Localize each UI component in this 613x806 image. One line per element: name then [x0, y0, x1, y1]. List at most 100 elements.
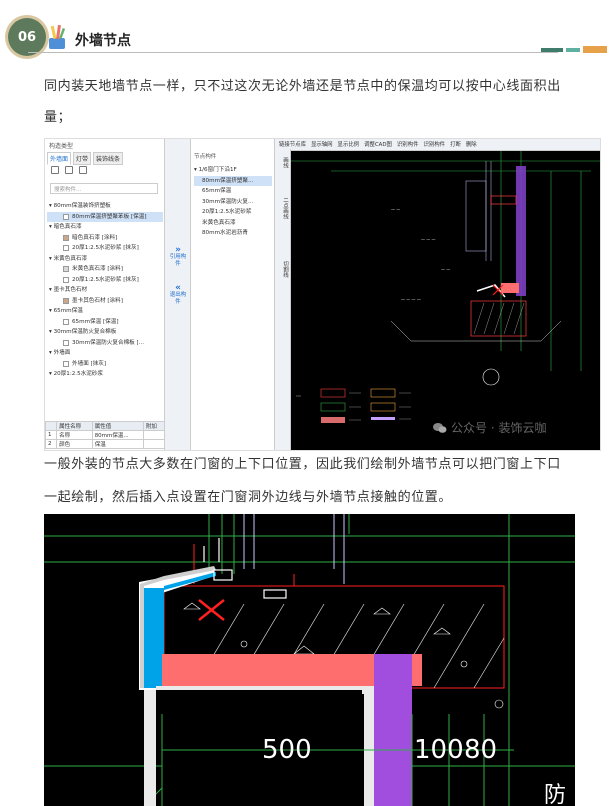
section-number-badge: 06: [8, 18, 46, 56]
toolbar-button[interactable]: 删除: [466, 139, 477, 150]
construction-type-panel: 构造类型 外墙面 灯带 装饰线条 搜索构件... ▾ 80mm保温装饰挤塑板 80…: [45, 139, 166, 450]
node-list-item[interactable]: 米黄色真石漆: [194, 218, 272, 229]
tree-label: 20厚1:2.5水泥砂浆 [抹灰]: [72, 245, 139, 251]
tree-item[interactable]: 20厚1:2.5水泥砂浆 [抹灰]: [47, 243, 163, 254]
delete-icon[interactable]: [79, 166, 87, 174]
tree-group[interactable]: ▾ 暗色真石漆: [47, 222, 163, 233]
divider-ornament: [541, 46, 607, 53]
tree-label: ▾ 墨卡其色石材: [49, 287, 88, 293]
tree-label: ▾ 暗色真石漆: [49, 224, 82, 230]
paragraph-1: 同内装天地墙节点一样，只不过这次无论外墙还是节点中的保温均可以按中心线面积出: [44, 79, 561, 94]
tab-light-strip[interactable]: 灯带: [73, 152, 92, 165]
tree-group[interactable]: ▾ 30mm保温防火复合棉板: [47, 327, 163, 338]
tree-label: ▾ 20厚1:2.5水泥砂浆: [49, 371, 104, 377]
svg-text:— —: — —: [391, 207, 400, 212]
table-cell: 2: [45, 439, 58, 449]
table-row[interactable]: 2 颜色 保温: [45, 439, 166, 449]
corner-label: 防: [544, 783, 566, 806]
tree-item[interactable]: 米黄色真石漆 [涂料]: [47, 264, 163, 275]
panel-toolbar: [51, 166, 87, 174]
wechat-icon: [433, 422, 447, 433]
toolbar-button[interactable]: 打断: [450, 139, 461, 150]
toolbar-button[interactable]: 识别构件: [423, 139, 445, 150]
tree-group[interactable]: ▾ 外墙面: [47, 348, 163, 359]
table-cell: [142, 439, 166, 449]
section-title: 外墙节点: [75, 33, 131, 49]
tab-exterior-wall[interactable]: 外墙面: [47, 152, 72, 165]
button-label: 引用构件: [169, 254, 187, 267]
table-cell: 80mm保温...: [91, 430, 144, 440]
tree-label: ▾ 30mm保温防火复合棉板: [49, 329, 117, 335]
tree-label: 墨卡其色石材 [涂料]: [72, 297, 123, 304]
tree-item[interactable]: 外墙面 [抹灰]: [47, 359, 163, 370]
node-list-item[interactable]: 30mm保温防火复...: [194, 197, 272, 208]
table-cell: 名称: [56, 430, 93, 440]
table-header-cell: 属性名称: [56, 421, 93, 431]
table-header-cell: 附加: [142, 421, 166, 431]
dimension-500: 500: [262, 735, 312, 765]
tree-group[interactable]: ▾ 20厚1:2.5水泥砂浆: [47, 369, 163, 380]
color-swatch: [63, 213, 69, 220]
tree-item[interactable]: 80mm保温挤塑聚苯板 [保温]: [47, 211, 163, 222]
node-list-item[interactable]: 65mm保温: [194, 186, 272, 197]
tree-group[interactable]: ▾ 80mm保温装饰挤塑板: [47, 201, 163, 212]
component-tree: ▾ 80mm保温装饰挤塑板 80mm保温挤塑聚苯板 [保温] ▾ 暗色真石漆暗色真石…: [47, 201, 163, 380]
divider: [28, 52, 558, 53]
paragraph-2: 一般外装的节点大多数在门窗的上下口位置，因此我们绘制外墙节点可以把门窗上下口: [44, 457, 561, 472]
table-header-cell: [45, 421, 58, 431]
draw-tool-bar: 画线 二点画线 切割线: [275, 149, 291, 450]
copy-icon[interactable]: [65, 166, 73, 174]
paragraph-2-cont: 一起绘制，然后插入点设置在门窗洞外边线与外墙节点接触的位置。: [44, 490, 453, 505]
pencil-cup-icon: [49, 24, 66, 49]
tree-label: 80mm保温挤塑聚苯板 [保温]: [72, 213, 147, 220]
reference-component-button[interactable]: » 引用构件: [169, 245, 187, 268]
table-row[interactable]: 1 名称 80mm保温...: [45, 430, 166, 440]
exit-component-button[interactable]: « 退出构件: [169, 283, 187, 306]
tree-group[interactable]: ▾ 米黄色真石漆: [47, 254, 163, 265]
tree-group[interactable]: ▾ 墨卡其色石材: [47, 285, 163, 296]
tree-group[interactable]: ▾ 65mm保温: [47, 306, 163, 317]
cad-zoom-screenshot[interactable]: 500 100 80 防: [44, 514, 575, 806]
tree-label: 外墙面 [抹灰]: [72, 360, 107, 367]
tab-decor-line[interactable]: 装饰线条: [93, 152, 124, 165]
new-file-icon[interactable]: [51, 166, 59, 174]
node-list-item[interactable]: 80mm保温挤塑聚...: [194, 175, 272, 186]
double-chevron-right-icon: »: [175, 245, 181, 255]
table-header-cell: 属性值: [91, 421, 144, 431]
tree-label: ▾ 80mm保温装饰挤塑板: [49, 203, 111, 209]
button-label: 退出构件: [169, 292, 187, 305]
section-header: 06 外墙节点: [0, 0, 613, 72]
tree-label: 20厚1:2.5水泥砂浆 [抹灰]: [72, 276, 139, 283]
search-input[interactable]: 搜索构件...: [50, 183, 158, 194]
paragraph-1-cont: 量；: [44, 110, 72, 125]
cad-drawing-canvas[interactable]: — — — — — — — — — — —: [291, 151, 601, 451]
tree-label: ▾ 米黄色真石漆: [49, 255, 88, 262]
color-swatch: [63, 318, 69, 325]
node-list-item[interactable]: ▾ 1/6窗门下沿1F: [194, 165, 272, 176]
tree-item[interactable]: 30mm保温防火复合棉板 [...: [47, 338, 163, 349]
dimension-100: 100: [414, 735, 464, 765]
toolbar-button[interactable]: 显示轴网: [311, 139, 333, 150]
node-list: ▾ 1/6窗门下沿1F 80mm保温挤塑聚... 65mm保温 30mm保温防火复..…: [194, 165, 272, 239]
table-cell: 颜色: [56, 439, 93, 449]
property-table: 属性名称 属性值 附加 1 名称 80mm保温... 2 颜色 保温: [45, 421, 166, 449]
table-cell: 1: [45, 430, 58, 440]
toolbar-button[interactable]: 识别构件: [397, 139, 419, 150]
node-list-item[interactable]: 80mm水泥岩沥青: [194, 228, 272, 239]
tree-item[interactable]: 65mm保温 [保温]: [47, 317, 163, 328]
double-chevron-left-icon: «: [175, 283, 181, 293]
cut-line-button[interactable]: 切割线: [278, 261, 288, 278]
cad-toolbar: 链接节点库 显示轴网 显示比例 调整CAD图 识别构件 识别构件 打断 删除: [275, 139, 600, 151]
node-list-item[interactable]: 20厚1:2.5水泥砂浆: [194, 207, 272, 218]
type-tabs: 外墙面 灯带 装饰线条: [47, 152, 124, 165]
tree-label: ▾ 外墙面: [49, 350, 71, 356]
toolbar-button[interactable]: 调整CAD图: [364, 139, 392, 150]
svg-text:— — — —: — — — —: [401, 297, 421, 302]
toolbar-button[interactable]: 显示比例: [338, 139, 360, 150]
tree-item[interactable]: 20厚1:2.5水泥砂浆 [抹灰]: [47, 275, 163, 286]
color-swatch: [63, 234, 69, 241]
draw-line-button[interactable]: 画线: [278, 157, 288, 168]
tree-item[interactable]: 暗色真石漆 [涂料]: [47, 233, 163, 244]
two-point-line-button[interactable]: 二点画线: [278, 197, 288, 219]
tree-item[interactable]: 墨卡其色石材 [涂料]: [47, 296, 163, 307]
